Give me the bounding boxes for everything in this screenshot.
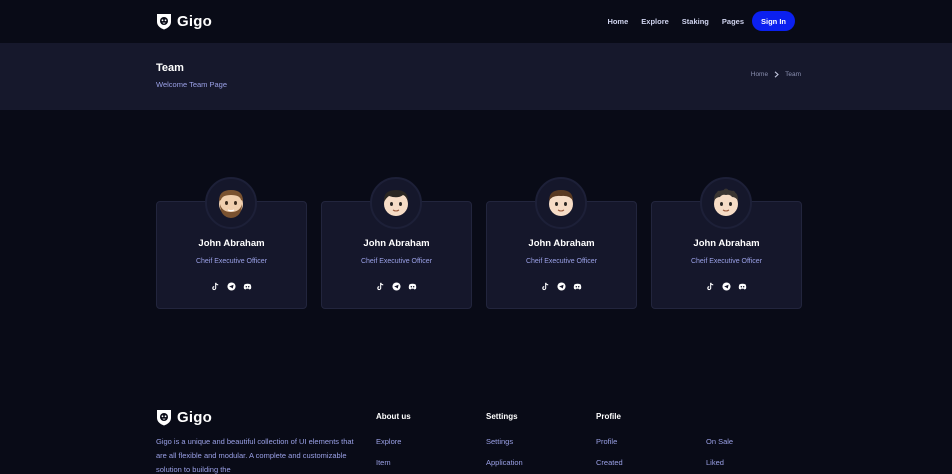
- brand-logo[interactable]: Gigo: [156, 11, 212, 31]
- footer-brand-logo[interactable]: Gigo: [156, 407, 212, 427]
- member-name: John Abraham: [693, 238, 760, 249]
- page-title: Team: [156, 62, 184, 74]
- member-name: John Abraham: [528, 238, 595, 249]
- nav-staking-link[interactable]: Staking: [682, 17, 709, 26]
- footer-link-profile[interactable]: Profile: [596, 437, 617, 446]
- footer-description: Gigo is a unique and beautiful collectio…: [156, 437, 354, 474]
- nav-explore-link[interactable]: Explore: [641, 17, 669, 26]
- social-links: [652, 282, 801, 291]
- footer-link-settings[interactable]: Settings: [486, 437, 513, 446]
- discord-icon[interactable]: [738, 282, 747, 291]
- footer-link-liked[interactable]: Liked: [706, 458, 724, 467]
- telegram-icon[interactable]: [392, 282, 401, 291]
- tiktok-icon[interactable]: [376, 282, 385, 291]
- social-links: [487, 282, 636, 291]
- sign-in-button[interactable]: Sign In: [752, 11, 795, 31]
- young-man-emoji: [383, 190, 409, 216]
- nav-pages-link[interactable]: Pages: [722, 17, 744, 26]
- footer-col-title-about: About us: [376, 412, 411, 421]
- telegram-icon[interactable]: [722, 282, 731, 291]
- tiktok-icon[interactable]: [211, 282, 220, 291]
- social-links: [322, 282, 471, 291]
- social-links: [157, 282, 306, 291]
- telegram-icon[interactable]: [557, 282, 566, 291]
- telegram-icon[interactable]: [227, 282, 236, 291]
- main-nav: Home Explore Staking Pages Sign In: [607, 11, 795, 31]
- curly-man-emoji: [713, 188, 739, 216]
- breadcrumb-current: Team: [785, 71, 801, 78]
- avatar: [700, 177, 752, 229]
- avatar: [205, 177, 257, 229]
- discord-icon[interactable]: [408, 282, 417, 291]
- footer-col-title-profile: Profile: [596, 412, 621, 421]
- chevron-right-icon: [774, 71, 779, 78]
- footer-col-title-settings: Settings: [486, 412, 518, 421]
- avatar: [370, 177, 422, 229]
- footer-link-application[interactable]: Application: [486, 458, 523, 467]
- footer-brand-name: Gigo: [177, 408, 212, 426]
- lion-shield-icon: [157, 13, 171, 29]
- footer-link-explore[interactable]: Explore: [376, 437, 401, 446]
- footer-link-on-sale[interactable]: On Sale: [706, 437, 733, 446]
- member-role: Cheif Executive Officer: [195, 258, 268, 265]
- top-navbar: Gigo Home Explore Staking Pages Sign In: [0, 0, 952, 42]
- tiktok-icon[interactable]: [541, 282, 550, 291]
- breadcrumb-home-link[interactable]: Home: [751, 71, 768, 78]
- discord-icon[interactable]: [243, 282, 252, 291]
- member-name: John Abraham: [363, 238, 430, 249]
- nav-home-link[interactable]: Home: [607, 17, 628, 26]
- footer-link-item[interactable]: Item: [376, 458, 391, 467]
- page-banner: Team Welcome Team Page Home Team: [0, 43, 952, 110]
- lion-shield-icon: [157, 409, 171, 425]
- member-role: Cheif Executive Officer: [690, 258, 763, 265]
- footer-link-created[interactable]: Created: [596, 458, 623, 467]
- avatar: [535, 177, 587, 229]
- member-name: John Abraham: [198, 238, 265, 249]
- tiktok-icon[interactable]: [706, 282, 715, 291]
- discord-icon[interactable]: [573, 282, 582, 291]
- page-subtitle: Welcome Team Page: [156, 80, 228, 89]
- brand-name: Gigo: [177, 12, 212, 30]
- man-emoji: [549, 190, 573, 216]
- bearded-man-emoji: [219, 190, 243, 218]
- member-role: Cheif Executive Officer: [360, 258, 433, 265]
- member-role: Cheif Executive Officer: [525, 258, 598, 265]
- breadcrumb: Home Team: [751, 71, 801, 78]
